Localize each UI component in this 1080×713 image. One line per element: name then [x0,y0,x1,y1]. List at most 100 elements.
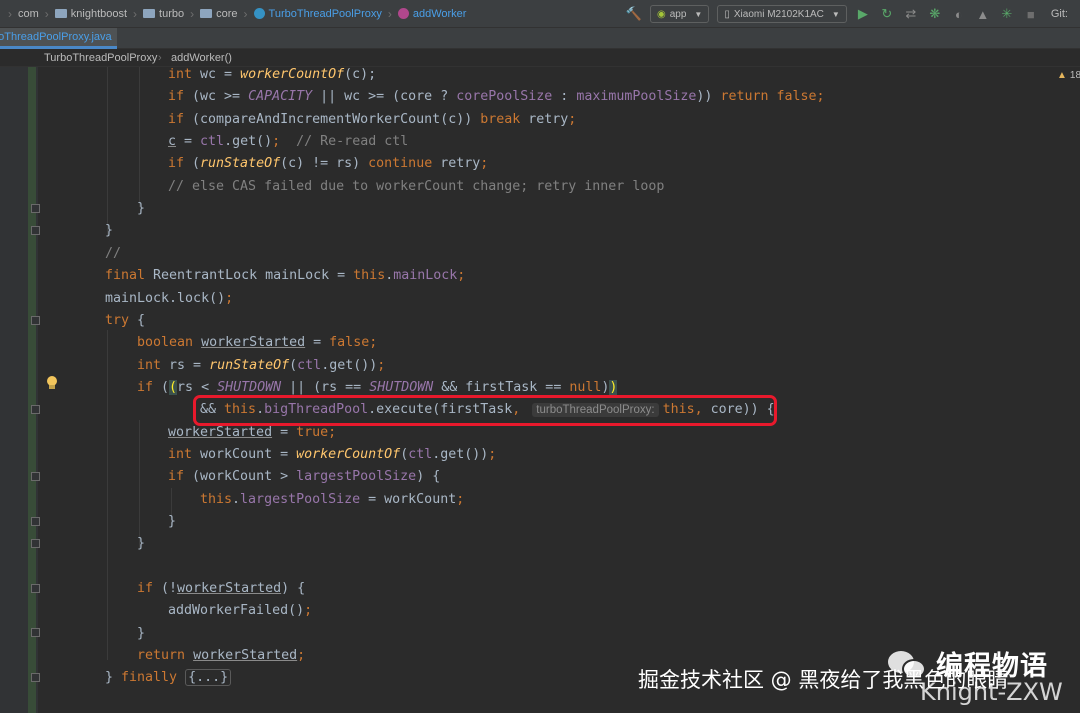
code-token: workerStarted [201,335,306,351]
fold-marker-icon[interactable] [31,584,40,593]
device-select[interactable]: ▯ Xiaomi M2102K1AC ▼ [717,5,847,23]
code-token: ( [184,156,201,172]
chevron-right-icon: › [190,6,195,21]
code-token: ; [297,648,306,664]
code-token: { [129,312,146,328]
code-token: continue [368,156,433,172]
code-line[interactable]: } [137,533,145,555]
code-line[interactable]: return workerStarted; [137,645,305,667]
breadcrumb-item[interactable]: addWorker [397,0,466,27]
debug-icon[interactable]: ❋ [928,6,942,21]
code-token: largestPoolSize [240,491,361,507]
breadcrumb-item[interactable]: com [18,0,39,27]
lightbulb-icon[interactable] [46,376,58,390]
fold-marker-icon[interactable] [31,204,40,213]
code-line[interactable]: if (wc >= CAPACITY || wc >= (core ? core… [168,86,825,108]
structure-class[interactable]: TurboThreadPoolProxy [44,52,157,64]
code-line[interactable]: if (runStateOf(c) != rs) continue retry; [168,153,488,175]
fold-marker-icon[interactable] [31,472,40,481]
attach-debugger-icon[interactable]: ▲ [976,7,990,22]
run-config-select[interactable]: ◉ app ▼ [650,5,710,23]
git-label[interactable]: Git: [1051,8,1068,20]
code-token: break [480,111,521,127]
code-token: mainLock.lock() [105,290,226,306]
code-line[interactable]: int wc = workerCountOf(c); [168,64,376,86]
code-line[interactable]: } [137,623,145,645]
fold-marker-icon[interactable] [31,316,40,325]
highlight-box [193,395,777,426]
code-line[interactable]: // else CAS failed due to workerCount ch… [168,176,664,198]
code-token: . [232,491,241,507]
code-token: ; [328,424,337,440]
code-line[interactable]: c = ctl.get(); // Re-read ctl [168,131,408,153]
fold-marker-icon[interactable] [31,539,40,548]
code-token: } [137,625,146,641]
code-token: false [329,335,370,351]
code-token: int [168,67,193,82]
change-marker-strip [28,67,36,713]
inspection-warnings[interactable]: ▲ 18 [1057,70,1080,81]
code-token: } [168,514,177,529]
code-token: = [176,134,201,150]
code-line[interactable]: int workCount = workerCountOf(ctl.get())… [168,444,496,466]
code-token: ( [169,379,178,395]
breadcrumb-item[interactable]: TurboThreadPoolProxy [253,0,382,27]
code-line[interactable]: mainLock.lock(); [105,288,233,310]
breadcrumb-label: com [18,7,39,20]
code-token: ; [480,156,489,172]
fold-marker-icon[interactable] [31,226,40,235]
code-token: SHUTDOWN [217,379,282,395]
code-token: ; [304,603,313,619]
code-line[interactable]: int rs = runStateOf(ctl.get()); [137,355,385,377]
code-token: retry [520,111,569,127]
code-line[interactable]: final ReentrantLock mainLock = this.main… [105,265,465,287]
structure-method[interactable]: addWorker() [171,52,232,64]
fold-marker-icon[interactable] [31,628,40,637]
breadcrumb-item[interactable]: core [200,0,238,27]
code-line[interactable]: } [105,220,113,242]
code-token: corePoolSize [456,89,553,105]
chevron-right-icon: › [243,6,248,21]
code-line[interactable]: } [137,198,145,220]
run-icon[interactable]: ▶ [856,6,870,21]
code-token: // [105,245,122,261]
code-token: if [137,581,154,597]
editor-gutter[interactable] [0,67,38,713]
fold-marker-icon[interactable] [31,517,40,526]
code-line[interactable]: // [105,243,121,265]
stop-icon[interactable]: ■ [1024,7,1038,22]
code-line[interactable]: } finally {...} [105,667,232,689]
hammer-build-icon[interactable]: 🔨 [626,6,642,21]
breadcrumb-item[interactable]: turbo [143,0,184,27]
code-line[interactable]: addWorkerFailed(); [168,600,312,622]
code-line[interactable]: this.largestPoolSize = workCount; [200,489,464,511]
warning-icon: ▲ [1057,70,1067,81]
code-line[interactable]: if (!workerStarted) { [137,578,305,600]
code-line[interactable]: if (workCount > largestPoolSize) { [168,466,440,488]
bug-icon[interactable]: ✳ [1000,6,1014,21]
code-line[interactable]: if (compareAndIncrementWorkerCount(c)) b… [168,109,576,131]
breadcrumb-item[interactable]: knightboost [54,0,127,27]
folded-block[interactable]: {...} [185,669,232,687]
fold-marker-icon[interactable] [31,673,40,682]
code-token: retry [432,156,481,172]
code-line[interactable]: boolean workerStarted = false; [137,332,377,354]
device-label: Xiaomi M2102K1AC [733,8,824,20]
code-token: return [137,648,186,664]
fold-marker-icon[interactable] [31,405,40,414]
code-token: // Re-read ctl [280,134,409,150]
indent-guide [107,330,108,660]
code-token: || (rs == [281,379,370,395]
code-line[interactable]: try { [105,310,145,332]
code-token: ; [225,290,234,306]
code-token: ctl [408,446,433,462]
profile-icon[interactable]: ◐ [952,7,966,22]
code-token: ( [153,379,170,395]
rerun-icon[interactable]: ↻ [880,6,894,21]
tab-turbo-thread-pool-proxy[interactable]: boThreadPoolProxy.java ✕ [0,28,117,49]
code-token: try [105,312,130,328]
apply-changes-icon[interactable]: ⇄ [904,6,918,21]
code-editor[interactable]: int wc = workerCountOf(c); if (wc >= CAPA… [0,0,1080,713]
code-line[interactable]: } [168,511,176,533]
code-token: = [305,335,330,351]
